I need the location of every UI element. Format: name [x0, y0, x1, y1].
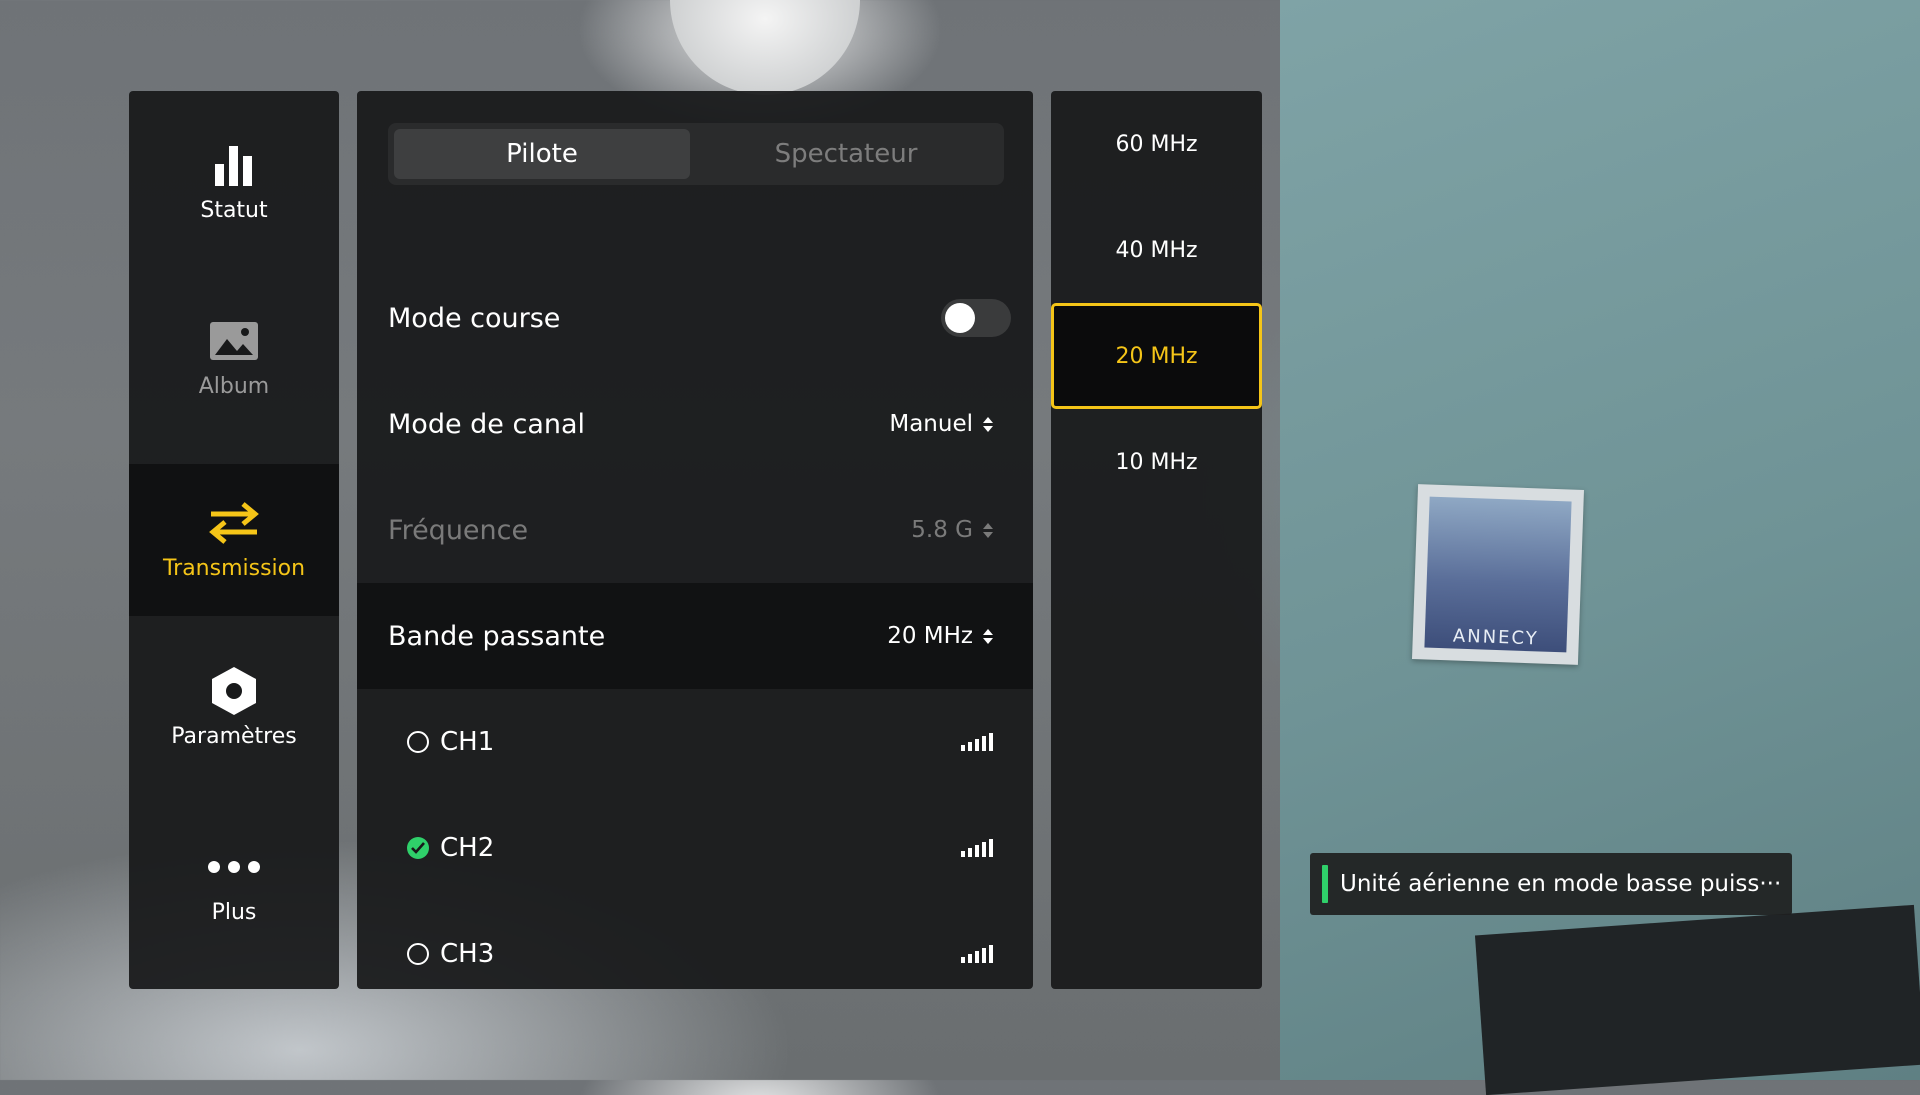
toast-status-bar	[1322, 865, 1328, 903]
radio-unchecked-icon[interactable]	[407, 731, 429, 753]
role-segmented-control: Pilote Spectateur	[388, 123, 1004, 185]
bande-passante-row[interactable]: Bande passante 20 MHz	[357, 583, 1033, 689]
more-dots-icon	[206, 844, 262, 890]
frequence-label: Fréquence	[388, 514, 529, 546]
updown-arrows-icon	[983, 416, 993, 432]
channel-label: CH1	[440, 727, 495, 757]
background-lamp	[670, 0, 860, 95]
signal-strength-icon	[961, 733, 993, 751]
bandwidth-option-60[interactable]: 60 MHz	[1051, 91, 1262, 197]
notification-toast: Unité aérienne en mode basse puiss···	[1310, 853, 1792, 915]
background-poster: ANNECY	[1411, 484, 1585, 665]
sidebar: Statut Album Transmission Paramètres Plu…	[129, 91, 339, 989]
mode-canal-label: Mode de canal	[388, 408, 586, 440]
bande-passante-label: Bande passante	[388, 620, 606, 652]
tab-spectateur[interactable]: Spectateur	[698, 129, 994, 179]
bandwidth-option-10[interactable]: 10 MHz	[1051, 409, 1262, 515]
mode-course-label: Mode course	[388, 302, 561, 334]
sidebar-item-transmission[interactable]: Transmission	[129, 464, 339, 616]
sidebar-item-label: Statut	[200, 197, 268, 223]
channel-row-ch1[interactable]: CH1	[357, 689, 1033, 795]
image-icon	[209, 318, 259, 364]
bandwidth-option-20-selected[interactable]: 20 MHz	[1051, 303, 1262, 409]
mode-canal-row[interactable]: Mode de canal Manuel	[357, 371, 1033, 477]
sidebar-item-label: Plus	[211, 899, 257, 925]
signal-strength-icon	[961, 839, 993, 857]
bandwidth-option-40[interactable]: 40 MHz	[1051, 197, 1262, 303]
tab-pilote[interactable]: Pilote	[394, 129, 690, 179]
bande-passante-value: 20 MHz	[887, 623, 973, 649]
sidebar-item-label: Paramètres	[171, 723, 297, 749]
sidebar-item-parametres[interactable]: Paramètres	[129, 632, 339, 784]
channel-label: CH3	[440, 939, 495, 969]
bar-chart-icon	[211, 142, 257, 188]
radio-checked-icon[interactable]	[407, 837, 429, 859]
updown-arrows-icon	[983, 522, 993, 538]
channel-row-ch3[interactable]: CH3	[357, 901, 1033, 1007]
sidebar-item-album[interactable]: Album	[129, 282, 339, 434]
mode-course-toggle[interactable]	[941, 299, 1011, 337]
signal-strength-icon	[961, 945, 993, 963]
radio-unchecked-icon[interactable]	[407, 943, 429, 965]
frequence-value: 5.8 G	[911, 517, 973, 543]
mode-canal-select[interactable]: Manuel	[889, 411, 993, 437]
frequence-row: Fréquence 5.8 G	[357, 477, 1033, 583]
mode-course-row: Mode course	[357, 265, 1033, 371]
sidebar-item-statut[interactable]: Statut	[129, 106, 339, 258]
channel-row-ch2[interactable]: CH2	[357, 795, 1033, 901]
updown-arrows-icon	[983, 628, 993, 644]
sidebar-item-plus[interactable]: Plus	[129, 808, 339, 960]
transfer-arrows-icon	[207, 500, 261, 546]
bandwidth-options-panel: 60 MHz 40 MHz 20 MHz 10 MHz	[1051, 91, 1262, 989]
transmission-settings-panel: Pilote Spectateur Mode course Mode de ca…	[357, 91, 1033, 989]
hex-nut-icon	[210, 666, 258, 715]
background-object	[1474, 904, 1920, 1095]
mode-canal-value: Manuel	[889, 411, 973, 437]
sidebar-item-label: Transmission	[162, 555, 306, 581]
frequence-select: 5.8 G	[911, 517, 993, 543]
toast-message: Unité aérienne en mode basse puiss···	[1340, 871, 1782, 897]
bande-passante-select[interactable]: 20 MHz	[887, 623, 993, 649]
sidebar-item-label: Album	[198, 373, 270, 399]
channel-label: CH2	[440, 833, 495, 863]
